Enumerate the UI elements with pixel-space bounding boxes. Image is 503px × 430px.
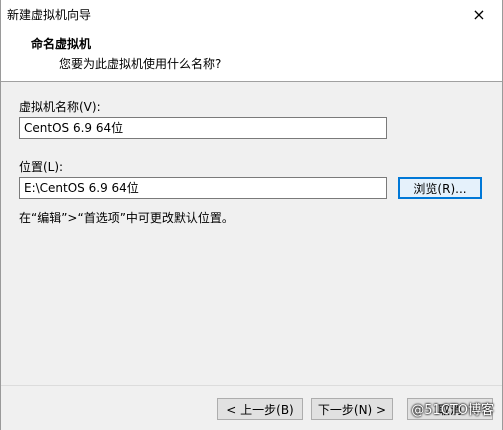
page-title: 命名虚拟机 xyxy=(31,37,92,51)
close-icon[interactable]: × xyxy=(456,0,502,29)
location-label: 位置(L): xyxy=(19,160,64,174)
next-button[interactable]: 下一步(N) > xyxy=(311,398,393,420)
new-vm-wizard-window: 新建虚拟机向导 × 命名虚拟机 您要为此虚拟机使用什么名称? 虚拟机名称(V):… xyxy=(0,0,503,430)
page-subtitle: 您要为此虚拟机使用什么名称? xyxy=(59,57,222,71)
wizard-header: 命名虚拟机 您要为此虚拟机使用什么名称? xyxy=(1,29,502,82)
title-bar: 新建虚拟机向导 × xyxy=(1,0,502,30)
window-title: 新建虚拟机向导 xyxy=(7,8,92,22)
watermark: @51CTO博客 xyxy=(411,403,494,418)
browse-button[interactable]: 浏览(R)... xyxy=(398,177,482,199)
vm-name-label: 虚拟机名称(V): xyxy=(19,100,101,114)
footer-divider xyxy=(1,385,502,386)
back-button[interactable]: < 上一步(B) xyxy=(217,398,303,420)
vm-name-input[interactable]: CentOS 6.9 64位 xyxy=(19,117,387,139)
location-input[interactable]: E:\CentOS 6.9 64位 xyxy=(19,177,387,199)
default-location-hint: 在“编辑”>“首选项”中可更改默认位置。 xyxy=(19,211,234,225)
